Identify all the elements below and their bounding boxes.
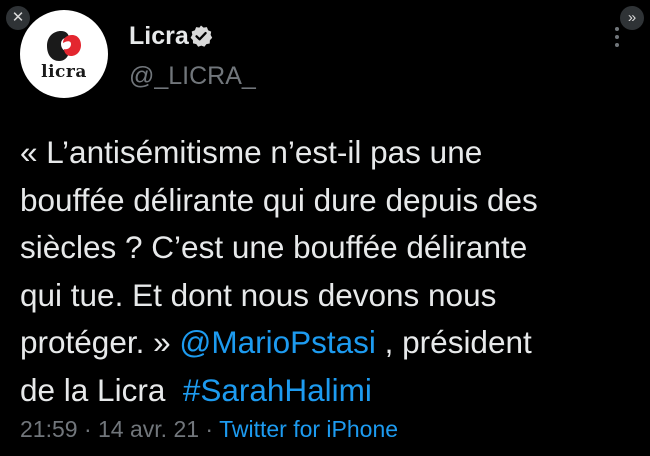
close-button[interactable]: ✕ (6, 6, 30, 30)
tweet-text: « L’antisémitisme n’est-il pas une bouff… (20, 129, 640, 415)
mention-link[interactable]: @MarioPstasi (179, 324, 376, 360)
author-handle[interactable]: @_LICRA_ (129, 62, 256, 91)
chevrons-right-icon: » (627, 9, 637, 26)
avatar-wordmark: licra (41, 62, 87, 82)
tweet-date[interactable]: 14 avr. 21 (98, 416, 199, 442)
tweet-time[interactable]: 21:59 (20, 416, 78, 442)
meta-separator: · (199, 416, 220, 442)
tweet-line: bouffée délirante qui dure depuis des (20, 181, 538, 218)
close-icon: ✕ (11, 9, 25, 26)
tweet-line: protéger. » @MarioPstasi , président (20, 319, 640, 367)
tweet-text-segment: , président (375, 324, 532, 361)
tweet-line: de la Licra #SarahHalimi (20, 367, 640, 415)
avatar[interactable]: licra (20, 10, 108, 98)
tweet-metadata: 21:59 · 14 avr. 21 · Twitter for iPhone (20, 416, 398, 443)
hashtag-link[interactable]: #SarahHalimi (183, 372, 372, 408)
author-display-name[interactable]: Licra (129, 22, 189, 51)
tweet-text-segment: de la Licra (20, 371, 183, 408)
licra-logo-icon (47, 31, 81, 61)
expand-button[interactable]: » (620, 6, 644, 30)
tweet-line: siècles ? C’est une bouffée délirante (20, 229, 528, 266)
tweet-source-link[interactable]: Twitter for iPhone (219, 416, 398, 442)
verified-badge-icon (190, 25, 213, 47)
tweet-line: « L’antisémitisme n’est-il pas une (20, 134, 483, 170)
meta-separator: · (77, 416, 99, 442)
more-options-icon[interactable] (614, 27, 620, 51)
tweet-line: qui tue. Et dont nous devons nous (20, 276, 497, 313)
tweet-text-segment: protéger. » (20, 324, 180, 361)
